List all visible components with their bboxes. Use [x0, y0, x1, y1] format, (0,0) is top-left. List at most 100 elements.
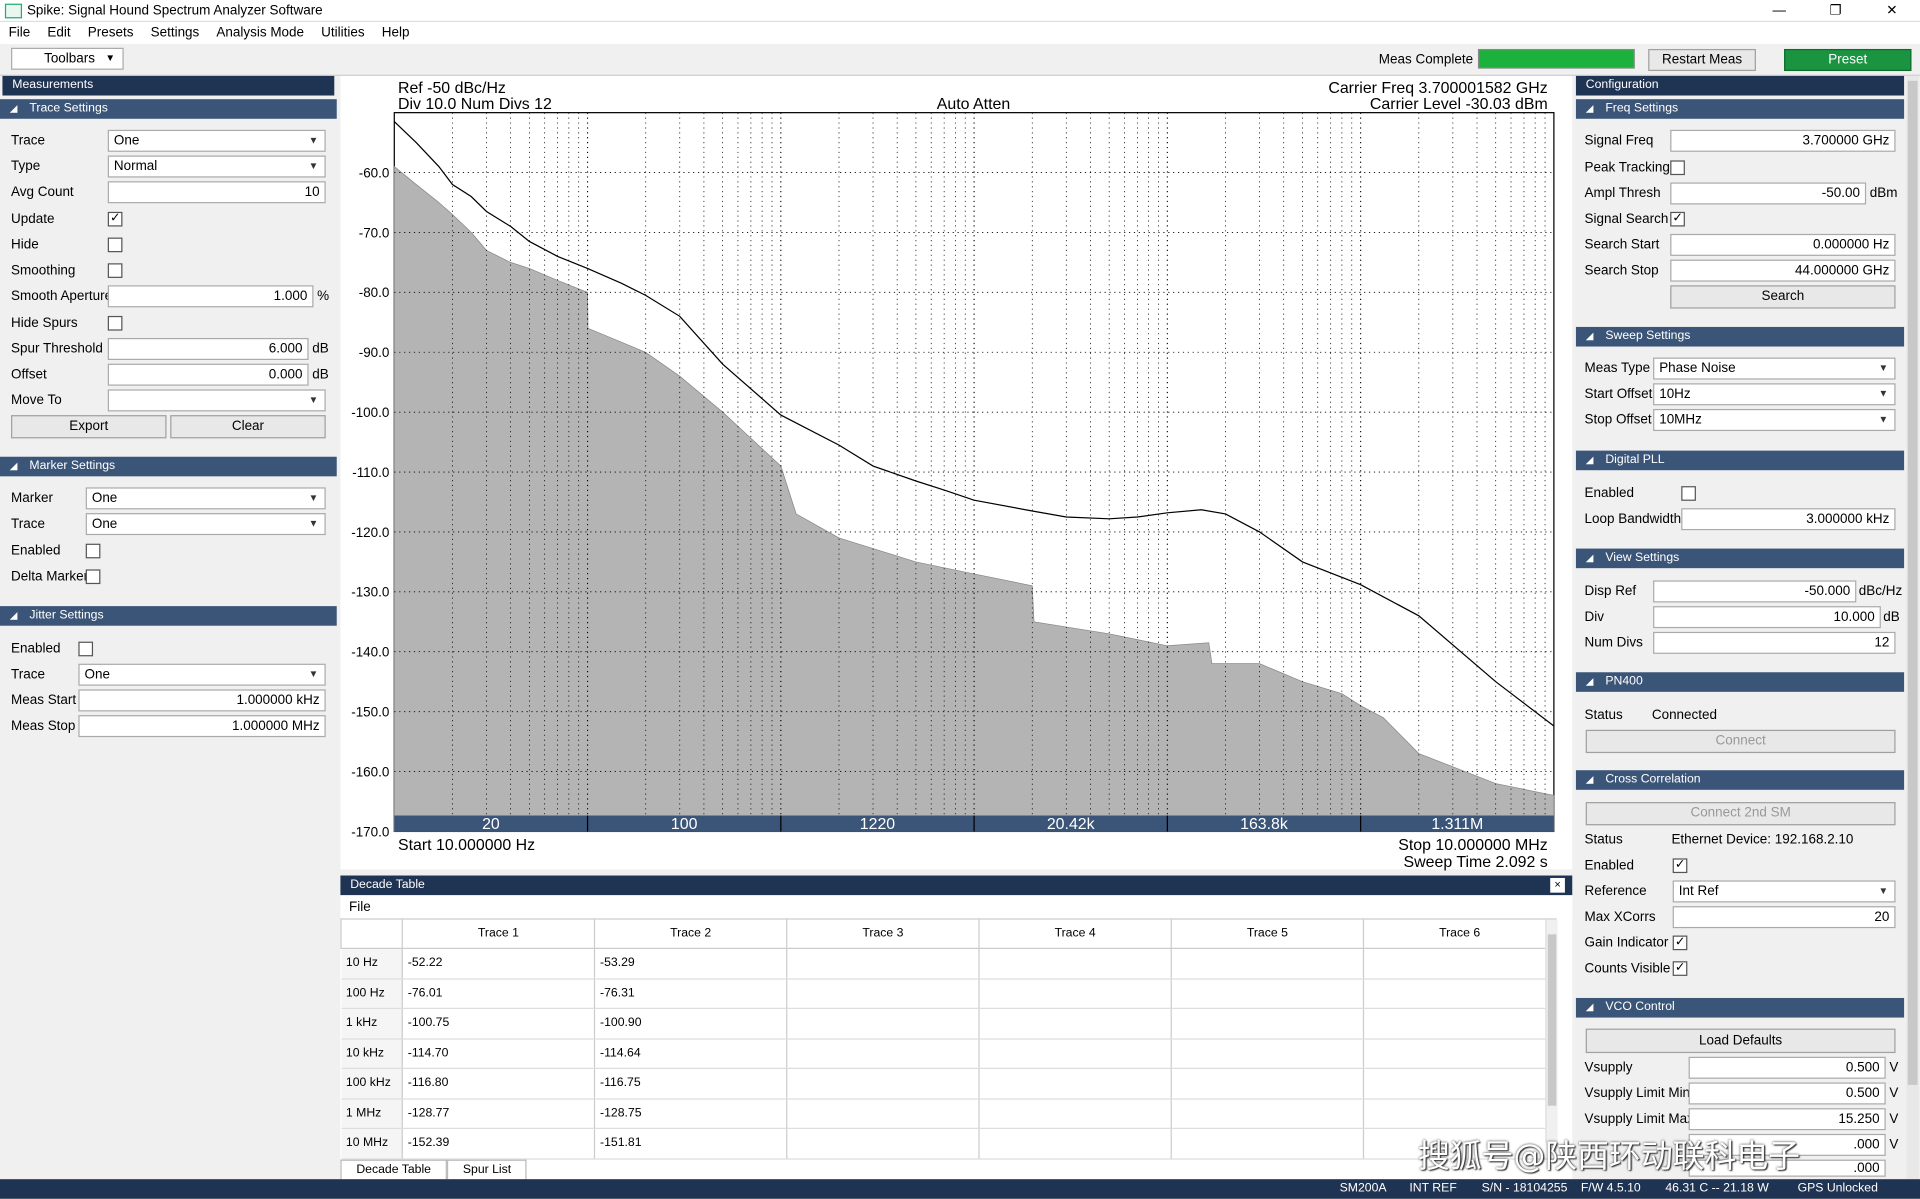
marker-select[interactable]: One ▼	[85, 487, 326, 510]
column-header[interactable]: Trace 4	[978, 918, 1172, 949]
xcorr-enabled-checkbox[interactable]: ✓	[1672, 858, 1688, 874]
smoothing-checkbox[interactable]	[107, 263, 123, 278]
menu-edit[interactable]: Edit	[39, 26, 79, 41]
counts-visible-checkbox[interactable]: ✓	[1672, 961, 1688, 976]
column-header[interactable]: Trace 2	[593, 918, 788, 949]
scrollbar-thumb[interactable]	[1547, 934, 1557, 1106]
meas-type-label: Meas Type	[1584, 361, 1651, 376]
avg-count-input[interactable]: 10	[107, 181, 326, 204]
trace-settings-header[interactable]: ◢ Trace Settings	[0, 99, 337, 119]
start-offset-select[interactable]: 10Hz ▼	[1653, 383, 1896, 406]
decade-file-menu[interactable]: File	[340, 896, 1573, 919]
search-stop-input[interactable]: 44.000000 GHz	[1670, 259, 1896, 282]
menu-presets[interactable]: Presets	[79, 26, 142, 41]
config-scrollbar[interactable]	[1906, 75, 1919, 1180]
table-cell: -76.01	[402, 978, 596, 1009]
menu-help[interactable]: Help	[373, 26, 418, 41]
table-scrollbar[interactable]	[1545, 919, 1558, 1143]
meas-type-select[interactable]: Phase Noise ▼	[1653, 357, 1896, 380]
stop-offset-select[interactable]: 10MHz ▼	[1653, 408, 1896, 432]
jitter-settings-header[interactable]: ◢ Jitter Settings	[0, 606, 337, 626]
scrollbar-thumb[interactable]	[1907, 80, 1918, 1085]
loop-bandwidth-input[interactable]: 3.000000 kHz	[1681, 508, 1896, 531]
marker-trace-select[interactable]: One ▼	[85, 513, 326, 536]
marker-settings-header[interactable]: ◢ Marker Settings	[0, 456, 337, 477]
column-header[interactable]: Trace 6	[1362, 918, 1557, 949]
table-row[interactable]: 10 MHz -152.39 -151.81	[341, 1128, 1557, 1159]
column-header[interactable]	[340, 918, 403, 949]
column-header[interactable]: Trace 3	[786, 918, 980, 949]
meas-start-input[interactable]: 1.000000 kHz	[78, 689, 326, 712]
table-row[interactable]: 10 kHz -114.70 -114.64	[341, 1038, 1557, 1069]
smooth-aperture-input[interactable]: 1.000	[107, 285, 314, 308]
table-cell	[1363, 1098, 1557, 1129]
minimize-icon[interactable]: —	[1751, 0, 1807, 22]
marker-enabled-checkbox[interactable]	[85, 543, 101, 559]
jitter-enabled-checkbox[interactable]	[78, 641, 94, 657]
pll-enabled-checkbox[interactable]	[1681, 486, 1696, 501]
close-icon[interactable]: ✕	[1864, 0, 1920, 22]
table-row[interactable]: 100 Hz -76.01 -76.31	[341, 978, 1557, 1009]
column-header[interactable]: Trace 5	[1170, 918, 1365, 949]
connect-button[interactable]: Connect	[1585, 729, 1896, 754]
delta-marker-checkbox[interactable]	[85, 569, 101, 585]
search-start-input[interactable]: 0.000000 Hz	[1670, 233, 1896, 256]
vsupply-input[interactable]: 0.500	[1688, 1056, 1886, 1079]
preset-button[interactable]: Preset	[1784, 48, 1912, 72]
menu-file[interactable]: File	[0, 26, 39, 41]
menu-analysis-mode[interactable]: Analysis Mode	[208, 26, 313, 41]
trace-select[interactable]: One ▼	[107, 129, 326, 152]
vsupply-min-input[interactable]: 0.500	[1688, 1082, 1886, 1105]
update-checkbox[interactable]: ✓	[107, 211, 123, 227]
column-header[interactable]: Trace 1	[401, 918, 596, 949]
load-defaults-button[interactable]: Load Defaults	[1585, 1028, 1896, 1054]
offset-input[interactable]: 0.000	[107, 363, 309, 386]
restore-icon[interactable]: ❐	[1807, 0, 1863, 22]
hide-spurs-checkbox[interactable]	[107, 315, 123, 331]
max-xcorrs-input[interactable]: 20	[1672, 906, 1896, 929]
plot-canvas[interactable]: -60.0 -70.0 -80.0 -90.0 -100.0 -110.0 -120.0 -1…	[340, 76, 1572, 869]
peak-tracking-checkbox[interactable]	[1670, 160, 1685, 176]
signal-search-checkbox[interactable]: ✓	[1670, 211, 1685, 227]
spur-threshold-input[interactable]: 6.000	[107, 337, 309, 361]
table-cell	[1171, 1068, 1365, 1099]
meas-stop-input[interactable]: 1.000000 MHz	[78, 715, 326, 738]
signal-freq-input[interactable]: 3.700000 GHz	[1670, 129, 1896, 152]
reference-select[interactable]: Int Ref ▼	[1672, 880, 1896, 903]
digital-pll-header[interactable]: ◢ Digital PLL	[1575, 450, 1905, 471]
table-cell	[978, 978, 1172, 1009]
table-row[interactable]: 10 Hz -52.22 -53.29	[341, 948, 1557, 979]
tab-decade-table[interactable]: Decade Table	[340, 1159, 447, 1180]
pn400-header[interactable]: ◢ PN400	[1575, 672, 1905, 692]
table-row[interactable]: 1 kHz -100.75 -100.90	[341, 1008, 1557, 1039]
close-icon[interactable]: ×	[1550, 877, 1565, 893]
export-button[interactable]: Export	[11, 415, 167, 439]
search-button[interactable]: Search	[1670, 285, 1896, 309]
disp-ref-input[interactable]: -50.000	[1653, 580, 1857, 603]
table-row[interactable]: 1 MHz -128.77 -128.75	[341, 1098, 1557, 1129]
tab-spur-list[interactable]: Spur List	[446, 1159, 528, 1180]
menu-settings[interactable]: Settings	[142, 26, 208, 41]
connect-2nd-sm-button[interactable]: Connect 2nd SM	[1585, 802, 1896, 826]
jitter-trace-select[interactable]: One ▼	[78, 663, 326, 686]
div-input[interactable]: 10.000	[1653, 606, 1881, 629]
move-to-select[interactable]: ▼	[107, 389, 326, 412]
freq-settings-header[interactable]: ◢ Freq Settings	[1575, 99, 1905, 119]
cross-correlation-header[interactable]: ◢ Cross Correlation	[1575, 770, 1905, 790]
table-cell	[978, 1128, 1172, 1159]
table-row[interactable]: 100 kHz -116.80 -116.75	[341, 1068, 1557, 1099]
restart-meas-button[interactable]: Restart Meas	[1648, 48, 1756, 72]
type-select[interactable]: Normal ▼	[107, 155, 326, 178]
vco-control-header[interactable]: ◢ VCO Control	[1575, 997, 1905, 1018]
view-settings-header[interactable]: ◢ View Settings	[1575, 548, 1905, 569]
hide-checkbox[interactable]	[107, 237, 123, 253]
sweep-settings-header[interactable]: ◢ Sweep Settings	[1575, 326, 1905, 347]
table-cell	[978, 1008, 1172, 1039]
gain-indicator-checkbox[interactable]: ✓	[1672, 935, 1688, 951]
vsupply-max-input[interactable]: 15.250	[1688, 1108, 1886, 1131]
ampl-thresh-input[interactable]: -50.00	[1670, 182, 1867, 205]
num-divs-input[interactable]: 12	[1653, 631, 1896, 654]
toolbars-dropdown[interactable]: Toolbars ▼	[11, 47, 124, 70]
menu-utilities[interactable]: Utilities	[313, 26, 374, 41]
clear-button[interactable]: Clear	[170, 415, 326, 439]
